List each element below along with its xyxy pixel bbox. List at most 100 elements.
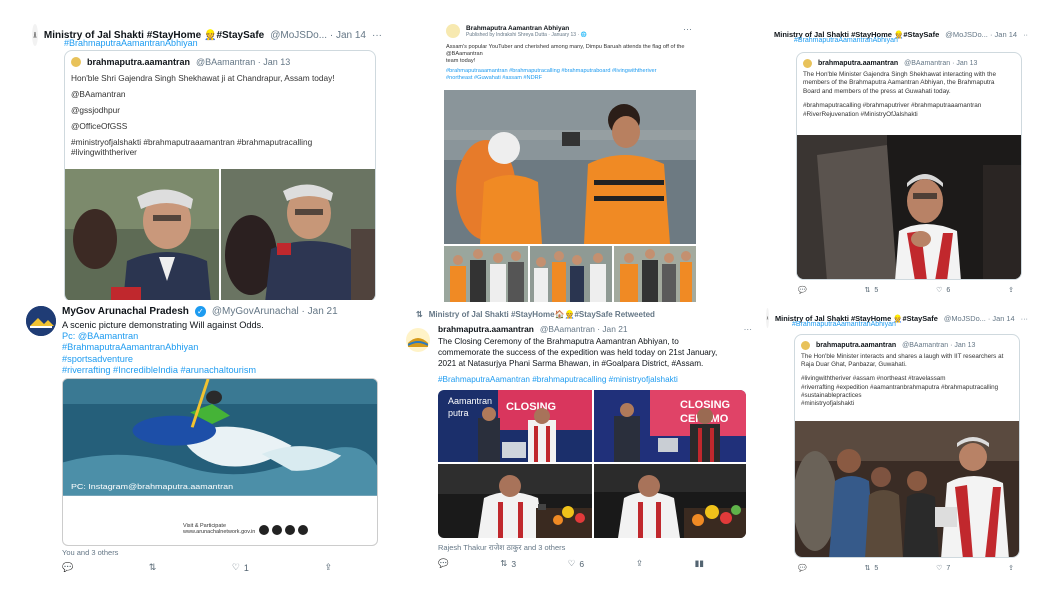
facebook-icon[interactable] (259, 525, 269, 535)
tweet-handle-date: @MyGovArunachal · Jan 21 (211, 306, 338, 317)
reply-button[interactable]: 💬 (438, 558, 449, 569)
tweet-author[interactable]: brahmaputra.aamantran (438, 324, 534, 334)
text-line[interactable]: #BrahmaputraAamantranAbhiyan (62, 342, 374, 353)
quote-handle-date: @BAamantran · Jan 13 (902, 342, 976, 349)
retweet-icon: ⇅ (416, 310, 423, 319)
reply-button[interactable]: 💬 (798, 564, 807, 572)
hashtag-link[interactable]: #BrahmaputraAamantranAbhiyan (64, 38, 198, 48)
post-hashtags[interactable]: #brahmaputraaamantran #brahmaputracallin… (446, 68, 694, 82)
text-line: The Hon'ble Minister interacts and share… (801, 353, 1004, 360)
ceremony-photo-3[interactable] (438, 464, 592, 538)
quote-avatar (71, 57, 81, 67)
tweet-card-6[interactable]: Ministry of Jal Shakti #StayHome 👷#StayS… (764, 302, 1030, 582)
rafting-photo[interactable]: PC: Instagram@brahmaputra.aamantran Visi… (62, 378, 378, 546)
post-photo-bottom-right[interactable] (614, 246, 696, 302)
retweet-button[interactable]: ⇅ 5 (865, 286, 879, 295)
post-photo-bottom-left[interactable] (444, 246, 528, 302)
page-avatar[interactable] (446, 24, 460, 38)
quote-photo[interactable] (795, 421, 1019, 557)
post-photo-bottom-mid[interactable] (530, 246, 612, 302)
liked-by[interactable]: Rajesh Thakur राजेश ठाकुर and 3 others (438, 543, 565, 553)
youtube-icon[interactable] (298, 525, 308, 535)
ceremony-photo-2[interactable]: CLOSING CEREMO (594, 390, 746, 462)
share-button[interactable]: ⇪ (324, 562, 332, 573)
like-icon: ♡ (936, 565, 943, 572)
tweet-card-1[interactable]: Ministry of Jal Shakti #StayHome 👷#StayS… (30, 18, 386, 302)
retweet-button[interactable]: ⇅ 3 (500, 558, 516, 569)
twitter-icon[interactable] (272, 525, 282, 535)
tweet-card-4[interactable]: MyGov Arunachal Pradesh ✓ @MyGovArunacha… (18, 300, 380, 582)
tweet-handle-date: @MoJSDo... · Jan 14 (945, 29, 1018, 39)
quoted-tweet[interactable]: brahmaputra.aamantran @BAamantran · Jan … (794, 334, 1020, 558)
retweet-icon: ⇅ (864, 565, 871, 572)
retweet-button[interactable]: ⇅ 5 (864, 564, 879, 573)
quote-avatar (801, 341, 810, 350)
verified-icon: ✓ (194, 306, 206, 317)
more-icon[interactable]: ··· (683, 24, 692, 34)
more-icon[interactable]: ··· (372, 30, 382, 41)
text-line[interactable]: #riverrafting #IncredibleIndia #arunacha… (62, 365, 374, 376)
like-icon: ♡ (567, 558, 576, 568)
tweet-text: A scenic picture demonstrating Will agai… (62, 320, 374, 376)
quote-text: The Hon'ble Minister interacts and share… (801, 353, 1017, 408)
text-line: Assam's popular YouTuber and cherished a… (446, 44, 685, 50)
text-line: @BAamantran (71, 89, 126, 99)
quoted-tweet[interactable]: brahmaputra.aamantran @BAamantran · Jan … (796, 52, 1022, 280)
reply-icon: 💬 (62, 562, 74, 572)
more-icon[interactable]: ··· (1021, 314, 1028, 323)
instagram-icon[interactable] (285, 525, 295, 535)
share-button[interactable]: ⇪ (1008, 286, 1014, 294)
reply-button[interactable]: 💬 (798, 286, 807, 294)
quote-author[interactable]: brahmaputra.aamantran (87, 57, 190, 67)
ceremony-photo-4[interactable] (594, 464, 746, 538)
like-icon: ♡ (936, 287, 943, 294)
avatar[interactable] (406, 328, 430, 352)
text-line: #riverrafting #expedition #aamantranbrah… (801, 383, 999, 391)
reply-icon: 💬 (438, 558, 449, 568)
website-url[interactable]: www.arunachalnetwork.gov.in (183, 529, 255, 535)
more-icon[interactable]: ··· (1023, 30, 1028, 39)
text-line: #sustainablepractices (801, 391, 862, 399)
analytics-button[interactable]: ▮▮ (695, 558, 704, 569)
quote-photo[interactable] (797, 135, 1021, 279)
emblem-icon[interactable] (32, 24, 38, 46)
text-line: commemorate the success of the expeditio… (438, 348, 718, 357)
like-button[interactable]: ♡ 6 (936, 286, 950, 295)
retweeted-by[interactable]: Ministry of Jal Shakti #StayHome🏠👷#StayS… (429, 310, 655, 319)
hashtag-link[interactable]: #BrahmaputraAamantranAbhiyan (794, 37, 898, 44)
tweet-actions: 💬 ⇅ ♡ 1 ⇪ (62, 562, 332, 573)
photo-credit: PC: Instagram@brahmaputra.aamantran (71, 483, 234, 491)
quoted-tweet[interactable]: brahmaputra.aamantran @BAamantran · Jan … (64, 50, 376, 302)
page-name[interactable]: Brahmaputra Aamantran Abhiyan (466, 25, 587, 32)
quote-avatar (803, 59, 812, 68)
quote-author[interactable]: brahmaputra.aamantran (818, 60, 898, 67)
more-icon[interactable]: ··· (744, 324, 752, 334)
reply-button[interactable]: 💬 (62, 562, 73, 573)
tweet-hashtags[interactable]: #BrahmaputraAamantran #brahmaputracallin… (438, 375, 678, 384)
text-line: 2021 at Natasurjya Phani Sarma Bhawan, i… (438, 359, 704, 368)
quote-photo-left[interactable] (65, 169, 219, 301)
liked-by[interactable]: You and 3 others (62, 548, 118, 557)
like-button[interactable]: ♡ 1 (232, 562, 249, 573)
emblem-icon[interactable] (766, 308, 769, 328)
retweet-button[interactable]: ⇅ (149, 562, 157, 573)
published-by: Published by Indrakshi Shreya Dutta · Ja… (466, 31, 587, 38)
like-button[interactable]: ♡ 7 (936, 564, 950, 573)
text-line[interactable]: Pc: @BAamantran (62, 331, 374, 342)
hashtag-link[interactable]: #BrahmaputraAamantranAbhiyan (792, 321, 896, 328)
share-button[interactable]: ⇪ (1008, 564, 1014, 572)
share-button[interactable]: ⇪ (636, 558, 643, 569)
tweet-card-5[interactable]: ⇅ Ministry of Jal Shakti #StayHome🏠👷#Sta… (398, 302, 758, 582)
tweet-card-3[interactable]: Ministry of Jal Shakti #StayHome 👷#StayS… (764, 18, 1028, 300)
ceremony-photo-1[interactable]: CLOSING Aamantran putra (438, 390, 592, 462)
quote-handle-date: @BAamantran · Jan 13 (196, 57, 291, 67)
post-photo-main[interactable] (444, 90, 696, 244)
quote-author[interactable]: brahmaputra.aamantran (816, 342, 896, 349)
facebook-post-card[interactable]: Brahmaputra Aamantran Abhiyan Published … (440, 20, 698, 302)
tweet-author[interactable]: MyGov Arunachal Pradesh (62, 306, 189, 317)
text-line[interactable]: #sportsadventure (62, 354, 374, 365)
like-button[interactable]: ♡ 6 (568, 558, 584, 569)
text-line: #brahmaputraaamantran #brahmaputracallin… (446, 68, 657, 74)
avatar[interactable] (26, 306, 56, 336)
quote-photo-right[interactable] (221, 169, 375, 301)
